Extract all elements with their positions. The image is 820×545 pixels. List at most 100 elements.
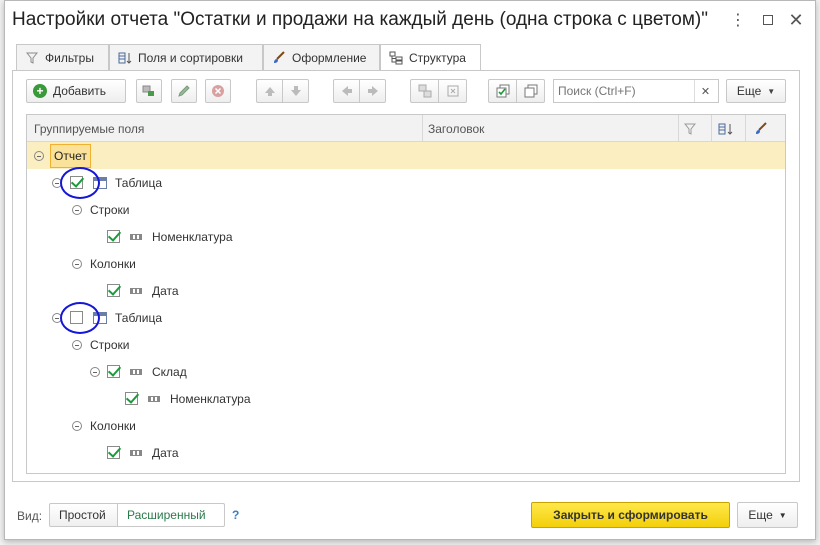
report-node[interactable]: Отчет <box>50 144 91 168</box>
check-all-button[interactable] <box>488 79 516 103</box>
add-button-label: Добавить <box>53 84 107 98</box>
field-icon <box>148 395 160 402</box>
move-left-button[interactable] <box>333 79 359 103</box>
field-icon <box>130 368 142 375</box>
tree-row-columns-2[interactable]: Колонки <box>72 412 136 439</box>
tree-row-report[interactable] <box>34 142 44 169</box>
collapse-icon[interactable] <box>90 366 100 377</box>
view-label: Вид: <box>17 509 43 523</box>
column-separator <box>711 115 712 142</box>
tree-row-nomenclature-2[interactable]: Номенклатура <box>125 385 251 412</box>
arrow-down-icon <box>290 86 301 96</box>
sort-column-icon[interactable] <box>718 115 734 142</box>
collapse-icon[interactable] <box>72 258 82 269</box>
column-separator <box>422 115 423 142</box>
tree-label: Таблица <box>115 310 163 325</box>
more-options-icon[interactable]: ⋮ <box>726 8 750 32</box>
pencil-icon <box>178 85 190 97</box>
unnest-button[interactable] <box>438 79 467 103</box>
move-down-button[interactable] <box>282 79 309 103</box>
edit-button[interactable] <box>171 79 197 103</box>
column-header-title[interactable]: Заголовок <box>428 115 484 142</box>
help-link[interactable]: ? <box>232 508 239 522</box>
nomenclature-2-checkbox[interactable] <box>125 392 138 405</box>
add-button[interactable]: + Добавить <box>26 79 126 103</box>
tree-row-warehouse[interactable]: Склад <box>90 358 187 385</box>
uncheck-all-button[interactable] <box>516 79 545 103</box>
close-icon[interactable]: ✕ <box>784 8 808 32</box>
tree-row-columns-1[interactable]: Колонки <box>72 250 136 277</box>
highlight-circle <box>60 167 100 199</box>
nest-button[interactable] <box>410 79 438 103</box>
collapse-icon[interactable] <box>34 150 44 161</box>
arrow-up-icon <box>264 87 275 96</box>
column-separator <box>678 115 679 142</box>
dropdown-arrow-icon: ▼ <box>767 86 776 96</box>
tree-label: Номенклатура <box>152 229 233 244</box>
field-icon <box>130 287 142 294</box>
brush-icon <box>272 50 286 65</box>
collapse-icon[interactable] <box>72 204 82 215</box>
search-field[interactable]: ✕ <box>553 79 719 103</box>
tree-label: Колонки <box>90 418 136 433</box>
tree-row-rows-2[interactable]: Строки <box>72 331 129 358</box>
delete-button[interactable] <box>205 79 231 103</box>
tab-fields-sort[interactable]: Поля и сортировки <box>109 44 263 70</box>
tree-label: Склад <box>152 364 187 379</box>
date-2-checkbox[interactable] <box>107 446 120 459</box>
arrow-left-icon <box>341 86 352 96</box>
plus-icon: + <box>33 84 47 98</box>
primary-button-label: Закрыть и сформировать <box>553 508 708 522</box>
tree-label: Дата <box>152 283 179 298</box>
delete-icon <box>212 85 224 97</box>
filter-column-icon[interactable] <box>684 115 696 142</box>
view-extended-label: Расширенный <box>127 508 206 522</box>
field-icon <box>130 449 142 456</box>
fields-sort-icon <box>118 51 132 65</box>
tree-label: Дата <box>152 445 179 460</box>
dropdown-arrow-icon: ▼ <box>778 510 787 520</box>
nomenclature-1-checkbox[interactable] <box>107 230 120 243</box>
collapse-icon[interactable] <box>72 339 82 350</box>
highlight-circle <box>60 302 100 334</box>
tree-label: Таблица <box>115 175 163 190</box>
close-and-generate-button[interactable]: Закрыть и сформировать <box>531 502 730 528</box>
tab-structure[interactable]: Структура <box>380 44 481 71</box>
search-input[interactable] <box>554 81 694 101</box>
toolbar-more-button[interactable]: Еще ▼ <box>726 79 786 103</box>
tree-label: Номенклатура <box>170 391 251 406</box>
arrow-right-icon <box>367 86 378 96</box>
clear-search-icon[interactable]: ✕ <box>694 80 716 102</box>
view-simple-button[interactable]: Простой <box>49 503 118 527</box>
group-button[interactable] <box>136 79 162 103</box>
tab-label: Поля и сортировки <box>138 50 243 65</box>
move-right-button[interactable] <box>359 79 386 103</box>
view-extended-button[interactable]: Расширенный <box>117 503 225 527</box>
tab-filters[interactable]: Фильтры <box>16 44 109 70</box>
tree-row-date-1[interactable]: Дата <box>107 277 179 304</box>
column-header-grouped-fields[interactable]: Группируемые поля <box>34 115 144 142</box>
tree-label: Строки <box>90 202 130 217</box>
appearance-column-icon[interactable] <box>754 115 768 142</box>
maximize-icon[interactable] <box>756 8 780 32</box>
warehouse-checkbox[interactable] <box>107 365 120 378</box>
tree-row-nomenclature-1[interactable]: Номенклатура <box>107 223 233 250</box>
check-all-icon <box>496 84 509 98</box>
tab-label: Фильтры <box>45 50 94 65</box>
footer-more-button[interactable]: Еще ▼ <box>737 502 798 528</box>
unnest-icon <box>447 85 458 97</box>
tree-row-rows-1[interactable]: Строки <box>72 196 129 223</box>
view-simple-label: Простой <box>59 508 106 522</box>
selected-row <box>27 142 785 169</box>
uncheck-all-icon <box>524 84 537 98</box>
tree-row-date-2[interactable]: Дата <box>107 439 179 466</box>
tab-appearance[interactable]: Оформление <box>263 44 380 70</box>
column-separator <box>745 115 746 142</box>
tree-label: Отчет <box>54 149 87 163</box>
nest-icon <box>418 84 431 98</box>
collapse-icon[interactable] <box>72 420 82 431</box>
move-up-button[interactable] <box>256 79 282 103</box>
filter-icon <box>25 51 39 65</box>
tab-label: Структура <box>409 51 466 65</box>
date-1-checkbox[interactable] <box>107 284 120 297</box>
